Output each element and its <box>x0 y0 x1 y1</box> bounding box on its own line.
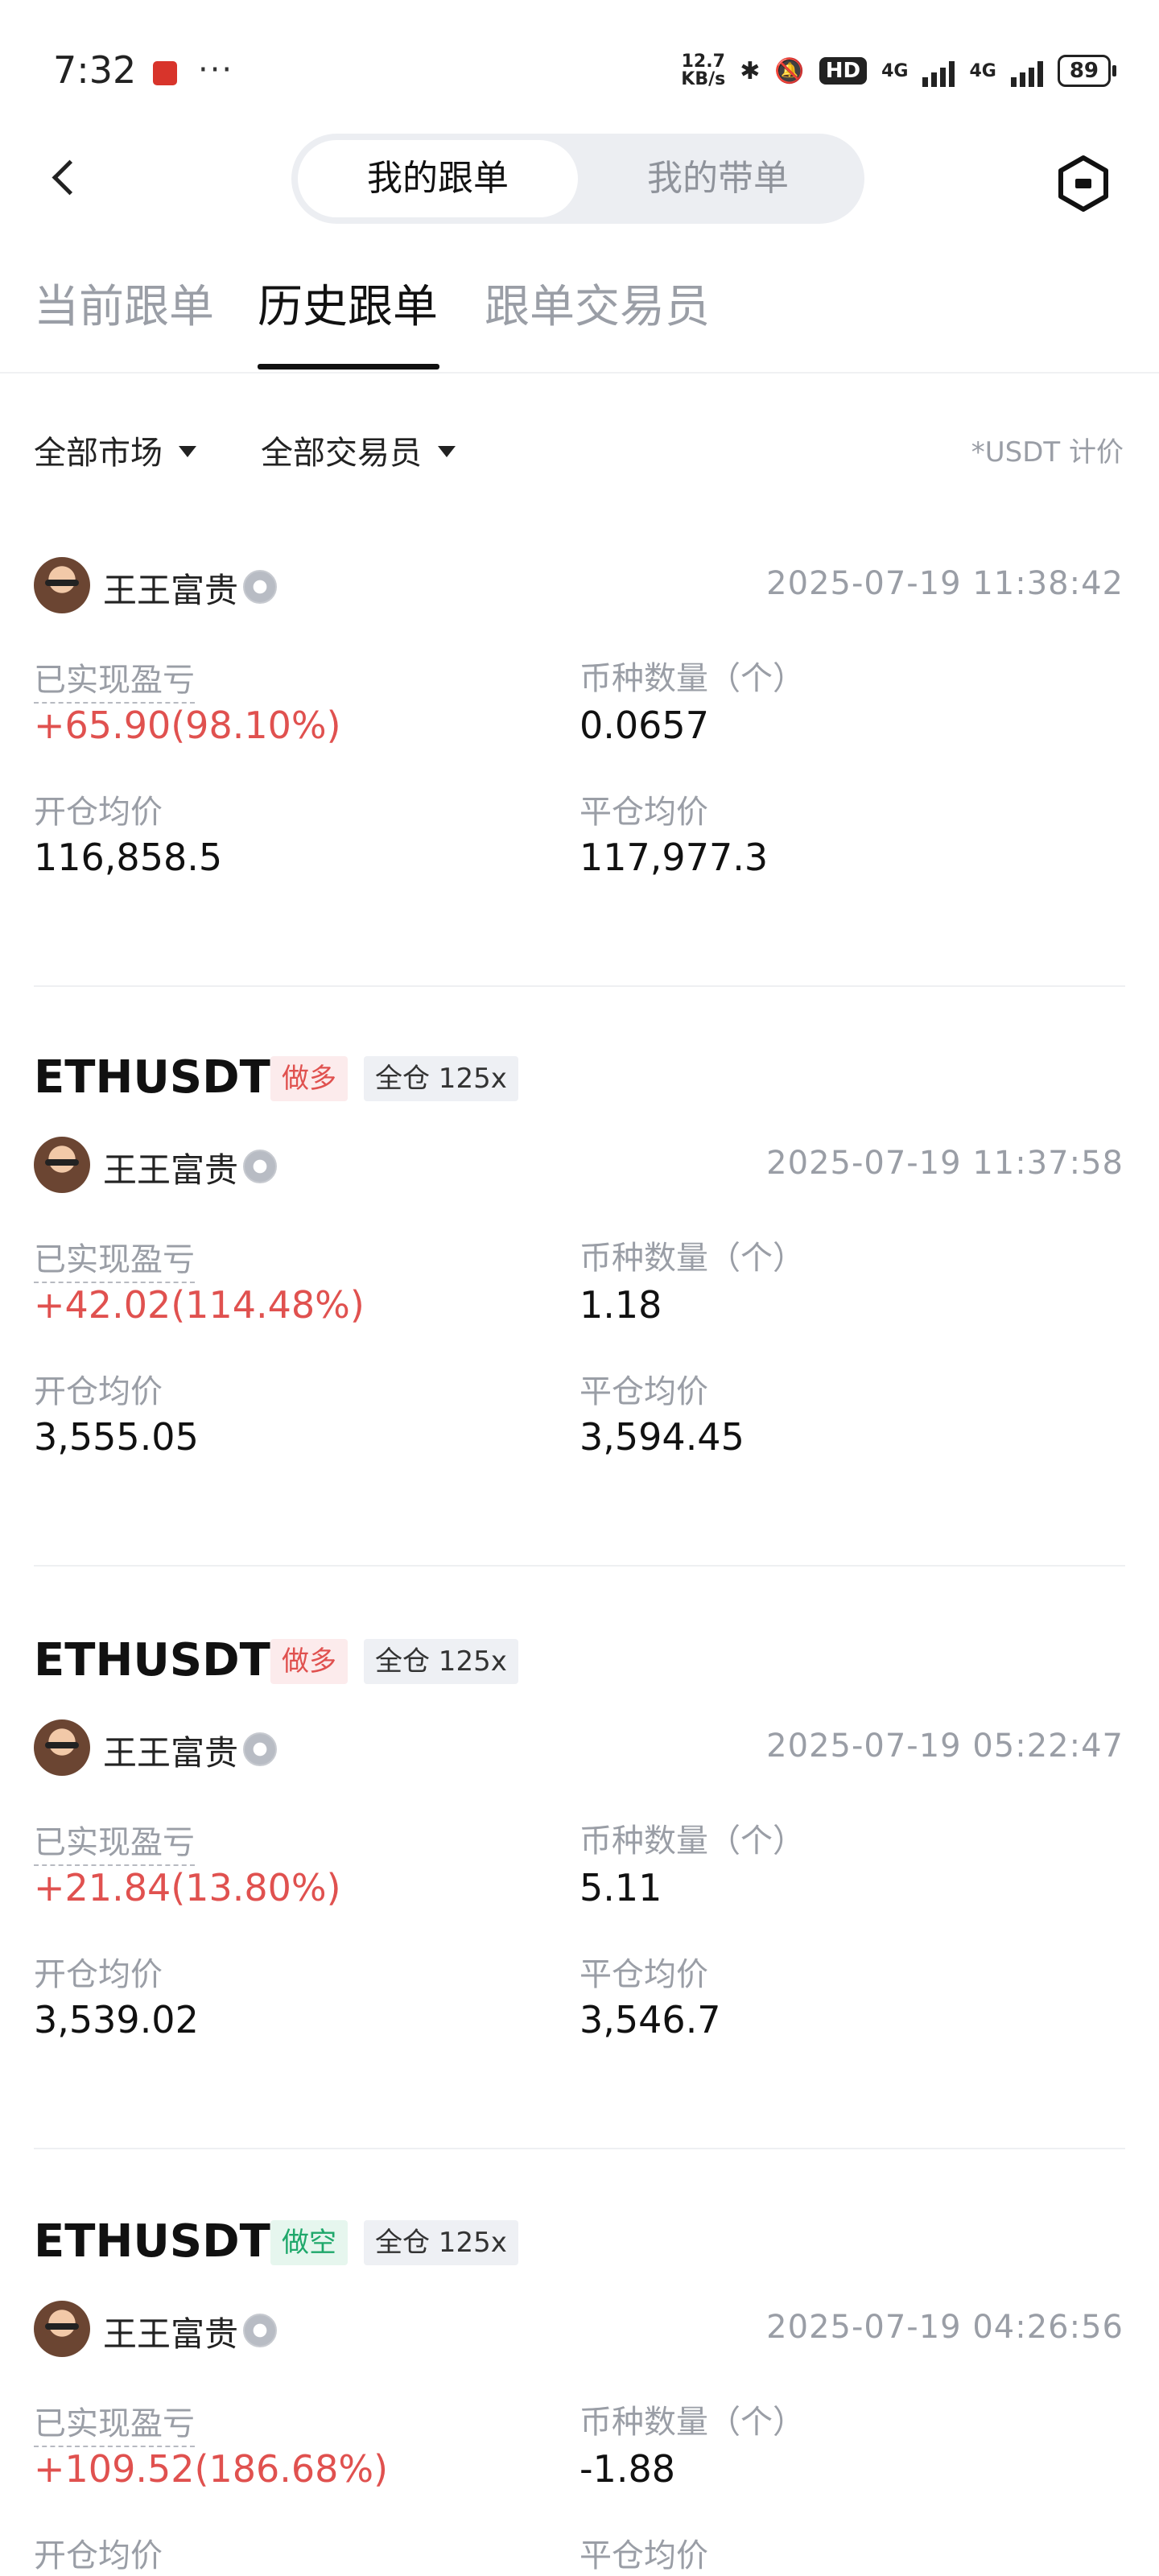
quantity-label: 币种数量（个） <box>580 1823 805 1860</box>
segment-my-copy[interactable]: 我的跟单 <box>298 140 578 217</box>
tab-traders[interactable]: 跟单交易员 <box>485 270 710 336</box>
open-avg-label: 开仓均价 <box>34 1373 163 1410</box>
avatar <box>34 1719 90 1776</box>
battery-icon: 89 <box>1057 55 1117 87</box>
close-avg-label: 平仓均价 <box>580 1373 708 1410</box>
record-card[interactable]: ETHUSDT 做多 全仓 125x 王王富贵 2025-07-19 05:22… <box>0 1634 1159 2214</box>
symbol: ETHUSDT <box>34 1051 270 1104</box>
network-type-2: 4G <box>969 60 996 81</box>
open-avg-value: 3,539.02 <box>34 1998 199 2041</box>
trader-filter[interactable]: 全部交易员 <box>261 427 456 473</box>
pricing-note: *USDT 计价 <box>971 436 1124 469</box>
bluetooth-icon: ✱ <box>740 56 761 85</box>
divider <box>34 985 1125 987</box>
side-badge: 做空 <box>270 2220 348 2265</box>
market-filter[interactable]: 全部市场 <box>34 427 196 473</box>
open-avg-label: 开仓均价 <box>34 1956 163 1993</box>
close-time: 2025-07-19 04:26:56 <box>766 2309 1124 2346</box>
mode-switch: 我的跟单 我的带单 <box>291 134 864 224</box>
margin-badge: 全仓 125x <box>364 1639 518 1684</box>
close-avg-value: 3,546.7 <box>580 1998 721 2041</box>
close-avg-label: 平仓均价 <box>580 794 708 831</box>
tab-history[interactable]: 历史跟单 <box>258 270 438 336</box>
close-avg-label: 平仓均价 <box>580 2537 708 2574</box>
segment-my-lead[interactable]: 我的带单 <box>578 140 858 217</box>
symbol: ETHUSDT <box>34 1634 270 1686</box>
caret-down-icon <box>179 446 196 457</box>
trader-name: 王王富贵 <box>103 2314 239 2354</box>
tab-indicator <box>258 364 439 369</box>
trader-filter-label: 全部交易员 <box>261 435 422 472</box>
medal-icon <box>243 1732 277 1766</box>
signal-icon <box>1010 55 1043 87</box>
avatar <box>34 557 90 613</box>
app-notification-icon <box>153 61 177 85</box>
close-avg-value: 117,977.3 <box>580 836 769 879</box>
side-badge: 做多 <box>270 1056 348 1101</box>
trader-name: 王王富贵 <box>103 571 239 610</box>
quantity-label: 币种数量（个） <box>580 2404 805 2441</box>
pnl-value: +21.84(13.80%) <box>34 1866 341 1909</box>
more-notifications-icon: ··· <box>198 52 234 89</box>
trader-name: 王王富贵 <box>103 1150 239 1190</box>
divider <box>0 372 1159 374</box>
open-avg-value: 3,555.05 <box>34 1415 199 1459</box>
side-badge: 做多 <box>270 1639 348 1684</box>
open-avg-value: 116,858.5 <box>34 836 223 879</box>
quantity-value: 1.18 <box>580 1283 662 1327</box>
close-avg-label: 平仓均价 <box>580 1956 708 1993</box>
signal-icon <box>922 55 955 87</box>
pnl-label[interactable]: 已实现盈亏 <box>34 1816 195 1866</box>
divider <box>34 2148 1125 2149</box>
quantity-value: 0.0657 <box>580 704 709 747</box>
tab-current[interactable]: 当前跟单 <box>34 270 214 336</box>
pnl-value: +65.90(98.10%) <box>34 704 341 747</box>
margin-badge: 全仓 125x <box>364 1056 518 1101</box>
quantity-label: 币种数量（个） <box>580 660 805 697</box>
hd-icon: HD <box>819 57 868 85</box>
medal-icon <box>243 570 277 604</box>
quantity-value: -1.88 <box>580 2447 676 2491</box>
avatar <box>34 1137 90 1193</box>
back-button[interactable] <box>45 153 93 201</box>
medal-icon <box>243 1150 277 1183</box>
pnl-label[interactable]: 已实现盈亏 <box>34 1233 195 1283</box>
net-speed: 12.7 KB/s <box>681 52 726 89</box>
quantity-label: 币种数量（个） <box>580 1240 805 1277</box>
avatar <box>34 2301 90 2357</box>
pnl-value: +109.52(186.68%) <box>34 2447 389 2491</box>
medal-icon <box>243 2314 277 2347</box>
chevron-left-icon <box>52 159 87 195</box>
status-icons: 12.7 KB/s ✱ 🔕 HD 4G 4G 89 <box>681 52 1117 89</box>
caret-down-icon <box>438 446 456 457</box>
record-card[interactable]: ETHUSDT 做空 全仓 125x 王王富贵 2025-07-19 04:26… <box>0 2215 1159 2576</box>
record-card[interactable]: ETHUSDT 做多 全仓 125x 王王富贵 2025-07-19 11:37… <box>0 1051 1159 1631</box>
pnl-value: +42.02(114.48%) <box>34 1283 365 1327</box>
trader-name: 王王富贵 <box>103 1733 239 1773</box>
network-type-1: 4G <box>881 60 909 81</box>
close-time: 2025-07-19 11:37:58 <box>766 1145 1124 1182</box>
open-avg-label: 开仓均价 <box>34 2537 163 2574</box>
open-avg-label: 开仓均价 <box>34 794 163 831</box>
mute-icon: 🔕 <box>774 56 805 85</box>
close-time: 2025-07-19 05:22:47 <box>766 1728 1124 1765</box>
margin-badge: 全仓 125x <box>364 2220 518 2265</box>
settings-hex-icon[interactable] <box>1053 153 1114 214</box>
close-time: 2025-07-19 11:38:42 <box>766 565 1124 602</box>
symbol: ETHUSDT <box>34 2215 270 2268</box>
pnl-label[interactable]: 已实现盈亏 <box>34 2397 195 2447</box>
record-card[interactable]: 王王富贵 2025-07-19 11:38:42 已实现盈亏 币种数量（个） +… <box>0 547 1159 1127</box>
close-avg-value: 3,594.45 <box>580 1415 744 1459</box>
divider <box>34 1565 1125 1567</box>
quantity-value: 5.11 <box>580 1866 662 1909</box>
status-time: 7:32 <box>53 48 137 92</box>
market-filter-label: 全部市场 <box>34 435 163 472</box>
pnl-label[interactable]: 已实现盈亏 <box>34 654 195 704</box>
